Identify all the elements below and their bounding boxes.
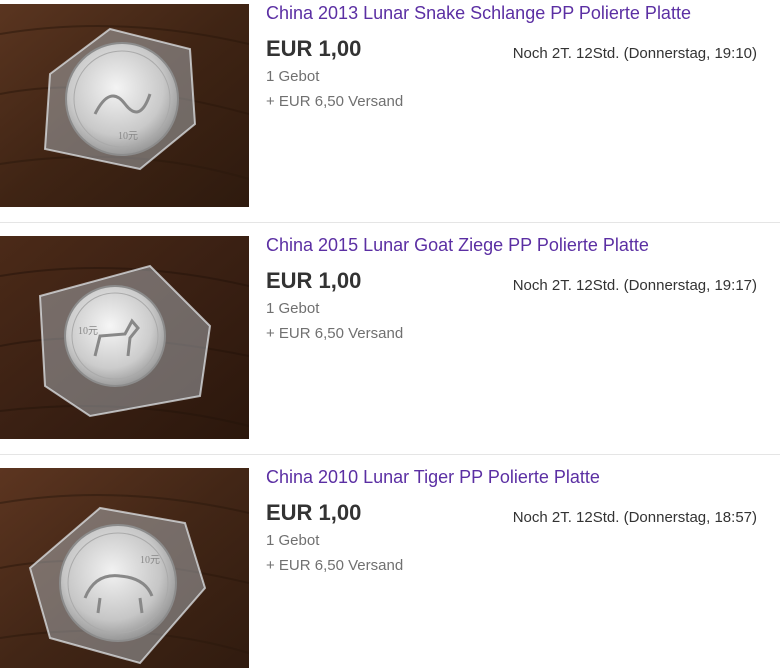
listing-bid-count: 1 Gebot [266, 532, 320, 549]
listing-shipping-cost: + EUR 6,50 Versand [266, 557, 404, 574]
listing-item: 10元 China 2015 Lunar Goat Ziege PP Polie… [0, 232, 780, 464]
listing-image-tiger-coin[interactable]: 10元 [0, 468, 249, 668]
coin-photo: 10元 [0, 236, 249, 439]
svg-text:10元: 10元 [118, 131, 138, 142]
coin-photo: 10元 [0, 4, 249, 207]
listing-shipping-cost: + EUR 6,50 Versand [266, 325, 404, 342]
listing-title-link[interactable]: China 2015 Lunar Goat Ziege PP Polierte … [266, 235, 649, 256]
listing-image-goat-coin[interactable]: 10元 [0, 236, 249, 439]
listing-title-link[interactable]: China 2013 Lunar Snake Schlange PP Polie… [266, 3, 691, 24]
search-results-list: 10元 China 2013 Lunar Snake Schlange PP P… [0, 0, 780, 668]
listing-image-snake-coin[interactable]: 10元 [0, 4, 249, 207]
listing-separator [0, 454, 780, 455]
listing-price: EUR 1,00 [266, 500, 362, 525]
listing-shipping-cost: + EUR 6,50 Versand [266, 93, 404, 110]
listing-title-link[interactable]: China 2010 Lunar Tiger PP Polierte Platt… [266, 467, 600, 488]
listing-time-left: Noch 2T. 12Std. (Donnerstag, 19:10) [512, 45, 757, 62]
listing-price: EUR 1,00 [266, 36, 362, 61]
listing-time-left: Noch 2T. 12Std. (Donnerstag, 19:17) [512, 277, 757, 294]
listing-item: 10元 China 2013 Lunar Snake Schlange PP P… [0, 0, 780, 232]
listing-bid-count: 1 Gebot [266, 300, 320, 317]
listing-time-left: Noch 2T. 12Std. (Donnerstag, 18:57) [512, 509, 757, 526]
svg-text:10元: 10元 [78, 326, 98, 337]
listing-item: 10元 China 2010 Lunar Tiger PP Polierte P… [0, 464, 780, 668]
coin-photo: 10元 [0, 468, 249, 668]
svg-text:10元: 10元 [140, 555, 160, 566]
listing-price: EUR 1,00 [266, 268, 362, 293]
listing-bid-count: 1 Gebot [266, 68, 320, 85]
listing-separator [0, 222, 780, 223]
